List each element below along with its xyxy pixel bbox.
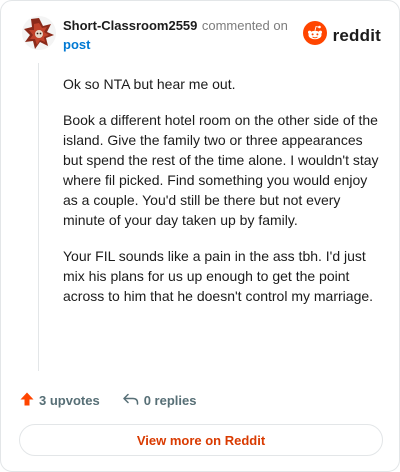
reddit-wordmark: reddit [332,25,381,45]
avatar[interactable] [21,15,57,51]
comment-header: Short-Classroom2559 commented on post [63,17,303,53]
commented-label: commented on [201,18,288,33]
comment-actions: 3 upvotes 0 replies [19,391,218,410]
upvote-arrow-icon [19,391,35,410]
upvote-button[interactable]: 3 upvotes [19,391,100,410]
reply-button[interactable]: 0 replies [122,391,197,410]
view-more-button[interactable]: View more on Reddit [19,424,383,456]
reddit-logo-icon [302,21,327,50]
embedded-comment-card: Short-Classroom2559 commented on post re… [0,0,400,472]
comment-paragraph: Book a different hotel room on the other… [63,112,379,228]
comment-body: Ok so NTA but hear me out. Book a differ… [63,74,381,322]
reddit-brand[interactable]: reddit [302,21,381,50]
comment-paragraph: Your FIL sounds like a pain in the ass t… [63,248,374,304]
comment-paragraph: Ok so NTA but hear me out. [63,76,236,92]
upvote-count: 3 upvotes [39,393,100,408]
post-link[interactable]: post [63,36,303,53]
reply-count: 0 replies [143,393,197,408]
username-link[interactable]: Short-Classroom2559 [63,18,197,33]
thread-line[interactable] [38,63,39,371]
reply-arrow-icon [122,391,140,410]
